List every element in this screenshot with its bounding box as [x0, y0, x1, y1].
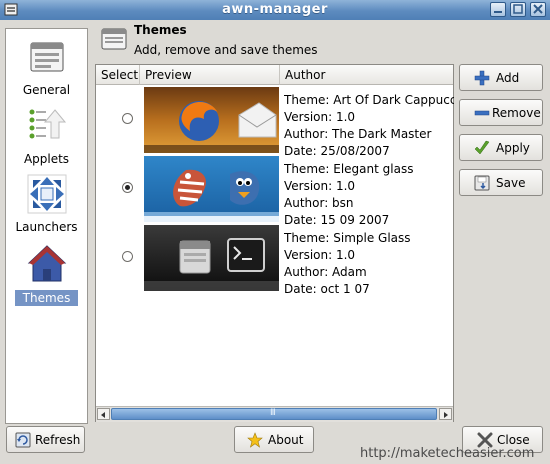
theme-name: Theme: Art Of Dark Cappuccino	[284, 93, 454, 107]
about-button[interactable]: About	[234, 426, 314, 453]
launchers-arrows-icon	[27, 174, 67, 214]
applets-list-icon	[29, 109, 67, 139]
theme-name: Theme: Simple Glass	[284, 231, 411, 245]
scrollbar-grip: III	[270, 408, 276, 418]
save-disk-icon	[474, 175, 490, 191]
theme-preview-image	[144, 225, 279, 291]
theme-author: Author: Adam	[284, 265, 367, 279]
star-icon	[247, 432, 263, 448]
simple-glass-preview-icon	[144, 225, 279, 291]
theme-version: Version: 1.0	[284, 110, 356, 124]
theme-date: Date: oct 1 07	[284, 282, 370, 296]
theme-info: Theme: Art Of Dark Cappuccino Version: 1…	[284, 92, 454, 160]
maximize-icon	[513, 4, 523, 14]
refresh-label: Refresh	[35, 433, 81, 447]
arrow-left-icon	[101, 412, 105, 418]
apply-button[interactable]: Apply	[459, 134, 543, 161]
sidebar-item-label: Launchers	[15, 220, 78, 234]
theme-radio[interactable]	[122, 251, 133, 262]
refresh-icon	[15, 432, 31, 448]
theme-radio[interactable]	[122, 182, 133, 193]
theme-author: Author: The Dark Master	[284, 127, 432, 141]
refresh-button[interactable]: Refresh	[6, 426, 85, 453]
sidebar: General Applets Launchers Themes	[5, 28, 88, 424]
column-header-preview[interactable]: Preview	[140, 65, 280, 85]
arrow-right-icon	[444, 412, 448, 418]
elegant-glass-preview-icon	[144, 156, 279, 222]
theme-radio[interactable]	[122, 113, 133, 124]
column-header-select[interactable]: Select	[96, 65, 140, 85]
window-title: awn-manager	[222, 2, 328, 17]
page-title: Themes	[134, 23, 187, 37]
save-label: Save	[496, 176, 526, 190]
save-button[interactable]: Save	[459, 169, 543, 196]
house-icon	[27, 245, 67, 282]
close-label: Close	[497, 433, 530, 447]
title-bar[interactable]: awn-manager	[0, 0, 550, 20]
theme-row[interactable]: Theme: Art Of Dark Cappuccino Version: 1…	[96, 86, 454, 158]
theme-name: Theme: Elegant glass	[284, 162, 414, 176]
theme-version: Version: 1.0	[284, 179, 356, 193]
theme-preview-image	[144, 156, 279, 222]
minimize-icon	[494, 11, 502, 13]
general-window-icon	[30, 42, 64, 72]
sidebar-item-label: General	[22, 83, 71, 97]
checkmark-icon	[474, 140, 490, 155]
theme-info: Theme: Elegant glass Version: 1.0 Author…	[284, 161, 454, 229]
horizontal-scrollbar[interactable]: III	[96, 406, 453, 422]
watermark-url: http://maketecheasier.com	[360, 446, 535, 461]
sidebar-item-label: Themes	[15, 290, 78, 306]
column-header-author[interactable]: Author	[280, 65, 453, 85]
minus-icon	[474, 110, 490, 116]
sidebar-item-label: Applets	[23, 152, 70, 166]
theme-preview-image	[144, 87, 279, 153]
dark-cappuccino-preview-icon	[144, 87, 279, 153]
theme-row[interactable]: Theme: Elegant glass Version: 1.0 Author…	[96, 155, 453, 227]
maximize-button[interactable]	[510, 2, 526, 17]
remove-button[interactable]: Remove	[459, 99, 543, 126]
close-window-button[interactable]	[530, 2, 546, 17]
plus-icon	[474, 70, 490, 86]
close-icon	[533, 4, 543, 14]
themes-header-icon	[101, 28, 127, 50]
add-button[interactable]: Add	[459, 64, 543, 91]
theme-version: Version: 1.0	[284, 248, 356, 262]
scroll-left-button[interactable]	[97, 408, 110, 420]
themes-list[interactable]: Select Preview Author Theme: Art Of Dark…	[95, 64, 454, 422]
apply-label: Apply	[496, 141, 530, 155]
minimize-button[interactable]	[490, 2, 506, 17]
theme-info: Theme: Simple Glass Version: 1.0 Author:…	[284, 230, 454, 298]
scroll-right-button[interactable]	[439, 408, 452, 420]
remove-label: Remove	[492, 106, 541, 120]
theme-row[interactable]: Theme: Simple Glass Version: 1.0 Author:…	[96, 224, 453, 296]
add-label: Add	[496, 71, 520, 85]
theme-author: Author: bsn	[284, 196, 354, 210]
scrollbar-thumb[interactable]: III	[111, 408, 437, 420]
page-subtitle: Add, remove and save themes	[134, 43, 318, 57]
about-label: About	[268, 433, 304, 447]
